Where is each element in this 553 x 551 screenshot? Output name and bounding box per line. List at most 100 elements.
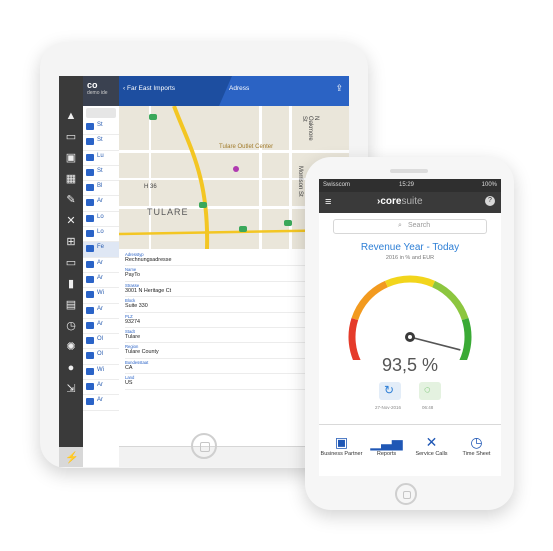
gauge-value: 93,5 %: [381, 355, 439, 375]
clock-icon[interactable]: ◷: [65, 320, 77, 332]
back-button[interactable]: ‹ Far East Imports: [123, 85, 175, 92]
truck-icon: [86, 199, 94, 207]
list-item[interactable]: Lo: [83, 227, 119, 243]
icon-rail: ▲ ▭ ▣ ▦ ✎ ✕ ⊞ ▭ ▮ ▤ ◷ ✺ ● ⇲ ⚡: [59, 76, 83, 467]
list-header: co demo ide: [83, 76, 119, 106]
list-item[interactable]: St: [83, 166, 119, 182]
tools-icon[interactable]: ✕: [65, 215, 77, 227]
street-label-oakmore: N Oakmore St: [301, 116, 319, 141]
list-item-label: Ar: [97, 397, 103, 404]
list-item-label: Ar: [97, 305, 103, 312]
share-icon[interactable]: ⇪: [335, 83, 343, 94]
field-value: Rechnungsadresse: [125, 257, 172, 263]
list-header-subtitle: demo ide: [87, 90, 108, 96]
warning-icon[interactable]: ▲: [65, 110, 77, 122]
field-value: 93274: [125, 318, 140, 325]
field-value: Tulare: [125, 333, 141, 340]
status-time: 15:29: [399, 182, 415, 188]
cart-icon[interactable]: ⊞: [65, 236, 77, 248]
poi-label: Tulare Outlet Center: [219, 144, 274, 150]
list-item-label: Fe: [97, 244, 105, 251]
list-item[interactable]: Ar: [83, 258, 119, 273]
back-label: Far East Imports: [126, 85, 176, 92]
list-item-label: St: [97, 137, 103, 144]
route-badge: [149, 114, 157, 120]
list-item[interactable]: St: [83, 135, 119, 151]
contact-icon[interactable]: ▣: [65, 152, 77, 164]
list-item-label: Lu: [97, 152, 104, 159]
list-search-input[interactable]: [86, 108, 116, 118]
list-item-label: Wi: [97, 366, 104, 373]
logout-icon[interactable]: ⇲: [65, 383, 77, 395]
people-icon[interactable]: ●: [65, 362, 77, 374]
chat-icon[interactable]: ▭: [65, 131, 77, 143]
truck-icon: [86, 153, 94, 161]
search-input[interactable]: ⌕ Search: [333, 219, 487, 234]
list-item[interactable]: Wi: [83, 288, 119, 304]
list-item-label: St: [97, 122, 103, 128]
bookmark-icon[interactable]: ▮: [65, 278, 77, 290]
action-time: 06:48: [422, 405, 434, 410]
list-rows: St St Lu St Bl Ar Lo Lo Fe Ar Ar Wi Ar Ar Ol Ol Wi Ar Ar: [83, 120, 119, 411]
route-badge: [199, 202, 207, 208]
list-item[interactable]: Ar: [83, 304, 119, 319]
list-item[interactable]: Ar: [83, 319, 119, 335]
truck-icon: [86, 260, 94, 268]
list-item[interactable]: Lo: [83, 212, 119, 228]
truck-icon: [86, 383, 94, 391]
list-item[interactable]: Wi: [83, 365, 119, 381]
tab-time-sheet[interactable]: ◷ Time Sheet: [454, 433, 499, 458]
list-item[interactable]: Ar: [83, 395, 119, 411]
business-partner-icon: ▣: [334, 434, 349, 450]
app-bar: ≡ ›coresuite ?: [319, 192, 501, 213]
refresh-button[interactable]: ↻: [379, 382, 401, 400]
location-pin-icon[interactable]: [233, 166, 239, 172]
list-item[interactable]: Fe: [83, 242, 119, 258]
tab-reports[interactable]: ▁▃▅ Reports: [364, 433, 409, 458]
brand-logo: ›coresuite: [377, 196, 423, 207]
truck-icon: [86, 367, 94, 375]
sync-tab[interactable]: ⚡: [59, 447, 83, 467]
highway-label: H 36: [144, 184, 157, 190]
gauge-segment: [348, 317, 361, 360]
edit-icon[interactable]: ✎: [65, 194, 77, 206]
phone-home-button[interactable]: [395, 483, 417, 505]
list-item[interactable]: Ol: [83, 334, 119, 350]
list-item[interactable]: Bl: [83, 181, 119, 197]
calendar-icon[interactable]: ▦: [65, 173, 77, 185]
monitor-icon[interactable]: ▭: [65, 257, 77, 269]
list-item[interactable]: Ar: [83, 380, 119, 396]
tab-business-partner[interactable]: ▣ Business Partner: [319, 433, 364, 458]
customer-list: co demo ide St St Lu St Bl Ar Lo Lo Fe Ar Ar Wi Ar Ar…: [83, 76, 120, 467]
tablet-home-button[interactable]: [191, 433, 217, 459]
list-item[interactable]: Lu: [83, 151, 119, 166]
document-icon[interactable]: ▤: [65, 299, 77, 311]
tab-label: Reports: [376, 451, 397, 457]
truck-icon: [86, 168, 94, 176]
brand-main: core: [380, 196, 402, 207]
tab-label: Time Sheet: [462, 451, 491, 457]
route-badge: [284, 220, 292, 226]
hamburger-menu-icon[interactable]: ≡: [325, 196, 331, 208]
tab-service-calls[interactable]: ✕ Service Calls: [409, 433, 454, 458]
field-value: Suite 330: [125, 303, 148, 310]
truck-icon: [86, 337, 94, 345]
service-calls-icon: ✕: [425, 434, 438, 450]
help-icon[interactable]: ?: [485, 196, 495, 206]
reports-icon: ▁▃▅: [370, 434, 403, 450]
list-item[interactable]: Ar: [83, 196, 119, 212]
settings-icon[interactable]: ✺: [65, 341, 77, 353]
truck-icon: [86, 306, 94, 314]
time-sheet-icon: ◷: [470, 434, 483, 450]
list-item-label: Ar: [97, 320, 103, 327]
comment-button[interactable]: ◌: [419, 382, 441, 400]
refresh-icon: ↻: [384, 383, 395, 397]
list-item[interactable]: Ol: [83, 349, 119, 365]
truck-icon: [86, 214, 94, 222]
list-item-label: Wi: [97, 290, 104, 297]
field-value: CA: [125, 364, 133, 371]
list-item[interactable]: St: [83, 120, 119, 136]
truck-icon: [86, 138, 94, 146]
list-item[interactable]: Ar: [83, 273, 119, 289]
list-item-label: Ol: [97, 336, 103, 343]
